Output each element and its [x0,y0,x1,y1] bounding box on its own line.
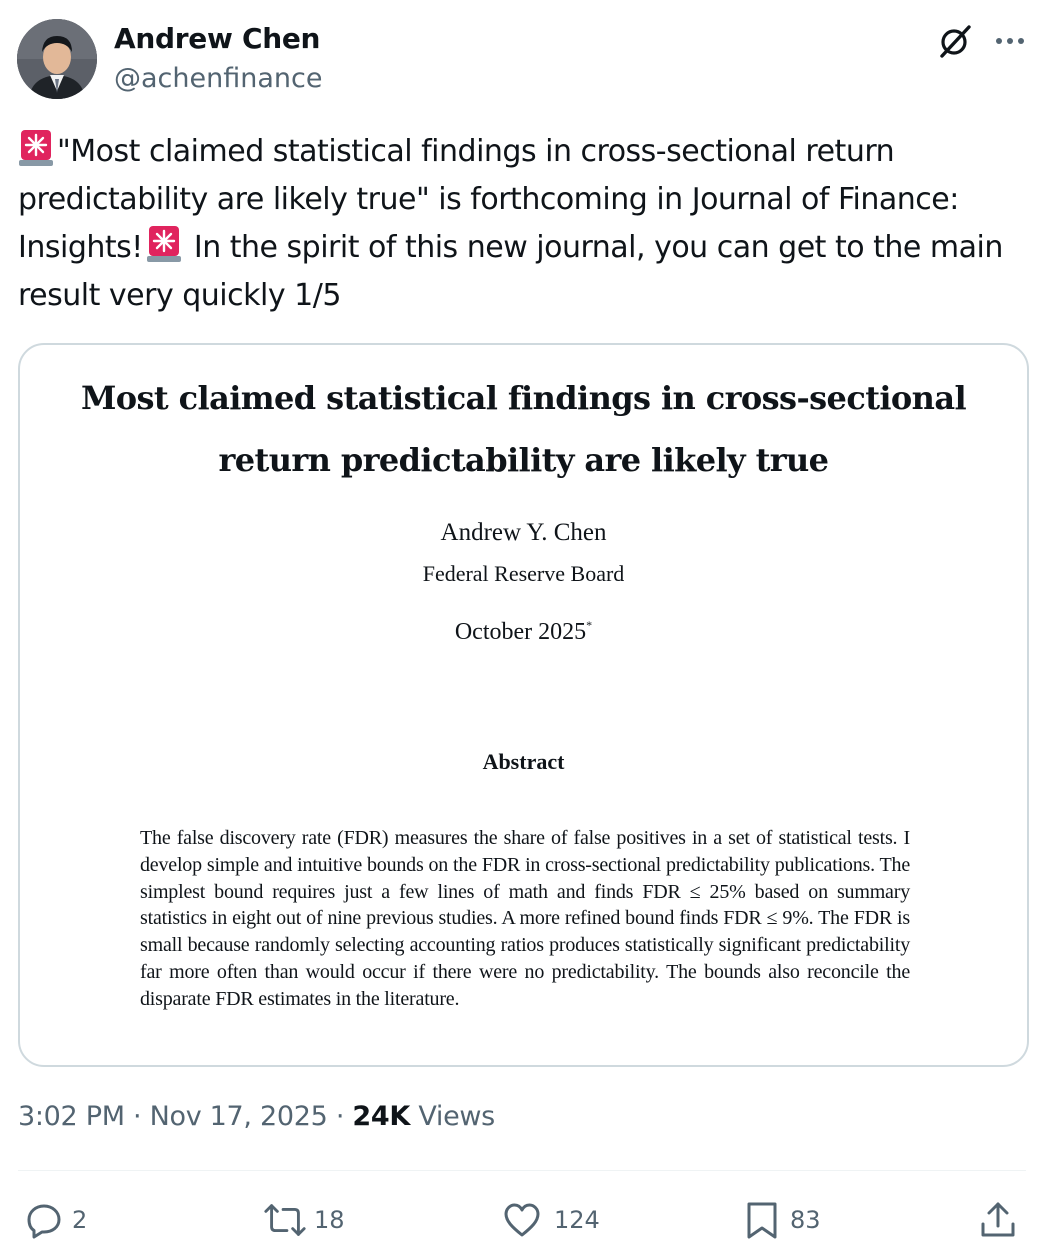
views-label: Views [418,1101,495,1132]
post-time[interactable]: 3:02 PM [18,1101,125,1132]
more-icon[interactable] [990,23,1030,59]
bookmark-icon [747,1202,777,1239]
abstract-text: The false discovery rate (FDR) measures … [140,827,910,1010]
like-button[interactable]: 124 [502,1196,600,1244]
like-icon [504,1203,540,1237]
abstract-heading: Abstract [482,749,565,774]
avatar-photo [17,19,97,99]
repost-button[interactable]: 18 [262,1196,345,1244]
author-name[interactable]: Andrew Chen [114,22,320,55]
share-icon [981,1202,1015,1237]
siren-emoji-icon [146,226,181,262]
repost-count: 18 [314,1206,345,1234]
grok-icon[interactable] [935,21,975,61]
post-date[interactable]: Nov 17, 2025 [150,1101,328,1132]
paper-affiliation: Federal Reserve Board [422,561,625,586]
meta-separator: · [133,1101,142,1132]
siren-emoji-icon [19,130,53,166]
paper-date-footnote-mark: * [586,618,593,632]
reply-button[interactable]: 2 [24,1196,87,1244]
divider [18,1170,1026,1171]
media-image-card[interactable]: Most claimed statistical findings in cro… [18,343,1029,1067]
reply-icon [27,1204,61,1239]
meta-separator: · [335,1101,345,1132]
avatar[interactable] [17,19,97,99]
paper-date: October 2025* [20,618,1027,646]
reply-count: 2 [72,1206,88,1234]
like-count: 124 [554,1206,600,1234]
tweet-meta: 3:02 PM · Nov 17, 2025 · 24K Views [18,1101,495,1132]
paper-date-text: October 2025 [454,619,587,645]
paper-title-line2: return predictability are likely true [218,441,830,479]
views-count: 24K [352,1101,411,1132]
bookmark-button[interactable]: 83 [742,1196,821,1244]
author-handle[interactable]: @achenfinance [114,63,322,94]
share-button[interactable] [978,1196,1018,1244]
paper-author: Andrew Y. Chen [440,519,607,546]
tweet-text: "Most claimed statistical findings in cr… [18,128,1018,320]
paper-title: Most claimed statistical findings in cro… [20,367,1027,491]
paper-title-line1: Most claimed statistical findings in cro… [80,379,967,417]
bookmark-count: 83 [790,1206,821,1234]
repost-icon [264,1204,306,1236]
